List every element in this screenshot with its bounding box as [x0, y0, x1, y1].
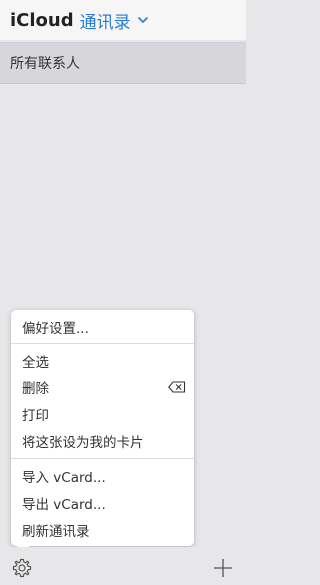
menu-item-import-vcard[interactable]: 导入 vCard...: [11, 463, 194, 489]
menu-item-label: 导入 vCard...: [22, 470, 106, 486]
menu-item-select-all[interactable]: 全选: [11, 348, 194, 374]
footer-toolbar: [0, 547, 246, 585]
settings-menu: 偏好设置... 全选 删除 打印 将这张设为我的卡片 导入 vCard... 导…: [11, 310, 194, 546]
menu-item-label: 将这张设为我的卡片: [22, 435, 144, 451]
menu-item-label: 偏好设置...: [22, 321, 89, 337]
menu-item-refresh-contacts[interactable]: 刷新通讯录: [11, 517, 194, 543]
menu-item-label: 删除: [22, 381, 49, 397]
menu-separator: [11, 458, 194, 459]
gear-icon[interactable]: [11, 557, 33, 579]
group-all-contacts[interactable]: 所有联系人: [0, 42, 246, 84]
menu-item-set-my-card[interactable]: 将这张设为我的卡片: [11, 428, 194, 454]
menu-item-export-vcard[interactable]: 导出 vCard...: [11, 490, 194, 516]
brand-label: iCloud: [10, 9, 74, 31]
menu-item-delete[interactable]: 删除: [11, 374, 194, 400]
header-bar: iCloud 通讯录: [0, 0, 246, 40]
chevron-down-icon[interactable]: [136, 13, 150, 27]
menu-item-preferences[interactable]: 偏好设置...: [11, 314, 194, 340]
menu-item-label: 刷新通讯录: [22, 524, 90, 540]
menu-item-label: 导出 vCard...: [22, 497, 106, 513]
menu-item-print[interactable]: 打印: [11, 401, 194, 427]
group-label: 所有联系人: [10, 56, 80, 72]
menu-item-label: 打印: [22, 408, 49, 424]
app-switcher-title[interactable]: 通讯录: [80, 8, 131, 33]
menu-separator: [11, 343, 194, 344]
delete-backspace-icon: [168, 381, 186, 393]
menu-item-label: 全选: [22, 355, 49, 371]
plus-icon[interactable]: [212, 557, 234, 579]
